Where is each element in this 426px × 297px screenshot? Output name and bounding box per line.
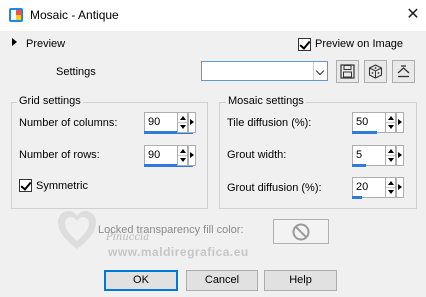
preview-on-image-checkbox[interactable] <box>298 38 311 51</box>
locked-fill-color-swatch[interactable] <box>273 219 329 244</box>
tile-diffusion-slider-bar[interactable] <box>352 131 377 134</box>
tile-diffusion-spinner[interactable] <box>385 112 396 133</box>
columns-slider-arrow[interactable] <box>188 112 196 133</box>
preview-toggle[interactable]: Preview <box>26 38 65 50</box>
randomize-button[interactable] <box>364 60 387 83</box>
preview-on-image-label[interactable]: Preview on Image <box>315 38 403 50</box>
save-icon <box>340 64 355 79</box>
reset-icon <box>397 65 410 78</box>
watermark-url: www.maldiregrafica.eu <box>108 245 249 259</box>
cancel-button[interactable]: Cancel <box>186 270 258 291</box>
grout-width-spinner[interactable] <box>385 145 396 166</box>
rows-input[interactable]: 90 <box>144 145 178 166</box>
watermark-logo <box>54 205 100 256</box>
ok-button[interactable]: OK <box>104 270 178 291</box>
mosaic-settings-title: Mosaic settings <box>226 95 306 107</box>
grout-width-slider-bar[interactable] <box>352 164 366 167</box>
symmetric-checkbox[interactable] <box>19 179 32 192</box>
grout-diffusion-spinner[interactable] <box>385 177 396 198</box>
close-icon[interactable]: ✕ <box>403 5 423 25</box>
no-color-icon <box>292 223 310 241</box>
grout-diffusion-label: Grout diffusion (%): <box>227 182 322 194</box>
help-button[interactable]: Help <box>264 270 337 291</box>
chevron-down-icon[interactable] <box>313 62 327 80</box>
tile-diffusion-input[interactable]: 50 <box>352 112 386 133</box>
grout-diffusion-input[interactable]: 20 <box>352 177 386 198</box>
paintshop-pro-icon <box>8 7 24 23</box>
rows-label: Number of rows: <box>19 149 100 161</box>
settings-label: Settings <box>56 66 96 78</box>
columns-input[interactable]: 90 <box>144 112 178 133</box>
grout-diffusion-slider-arrow[interactable] <box>396 177 404 198</box>
grid-settings-title: Grid settings <box>17 95 83 107</box>
grout-diffusion-slider-bar[interactable] <box>352 196 362 199</box>
dice-icon <box>368 64 383 79</box>
save-preset-button[interactable] <box>336 60 359 83</box>
locked-transparency-label: Locked transparency fill color: <box>98 224 244 236</box>
tile-diffusion-label: Tile diffusion (%): <box>227 117 312 129</box>
settings-dropdown[interactable] <box>201 61 328 81</box>
reset-button[interactable] <box>392 60 415 83</box>
columns-label: Number of columns: <box>19 117 118 129</box>
grout-width-label: Grout width: <box>227 149 287 161</box>
rows-slider-arrow[interactable] <box>188 145 196 166</box>
tile-diffusion-slider-arrow[interactable] <box>396 112 404 133</box>
columns-spinner[interactable] <box>177 112 188 133</box>
rows-spinner[interactable] <box>177 145 188 166</box>
grout-width-input[interactable]: 5 <box>352 145 386 166</box>
expand-arrow-icon[interactable] <box>12 38 17 46</box>
symmetric-label[interactable]: Symmetric <box>36 180 88 192</box>
grout-width-slider-arrow[interactable] <box>396 145 404 166</box>
window-title: Mosaic - Antique <box>30 8 119 22</box>
